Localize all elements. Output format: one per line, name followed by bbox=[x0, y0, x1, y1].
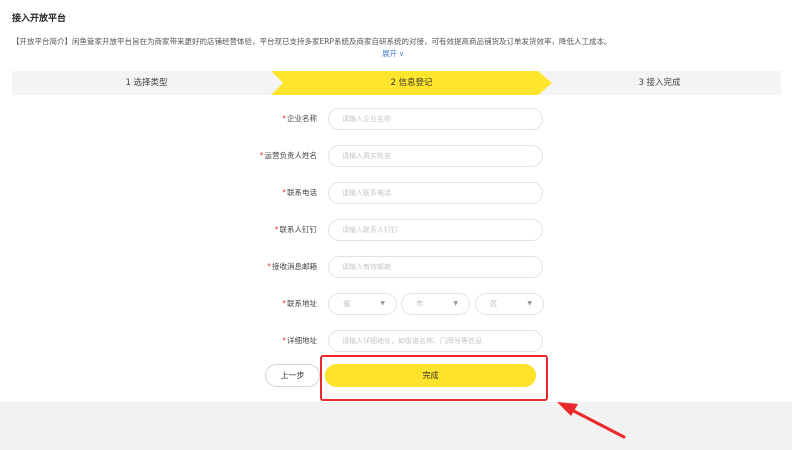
annotation-arrow-icon bbox=[557, 402, 626, 439]
